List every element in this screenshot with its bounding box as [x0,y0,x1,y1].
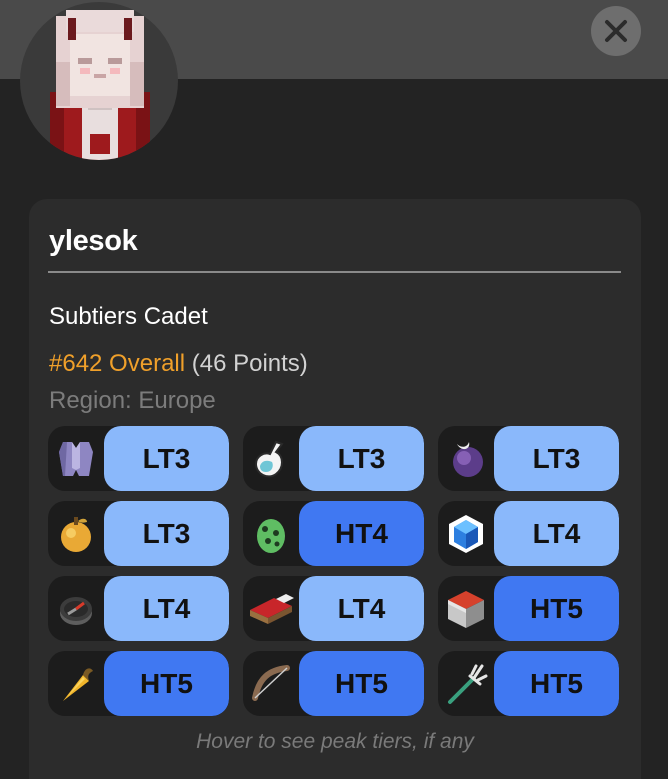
tier-badge: LT4 [104,576,229,641]
golden-fruit-icon [48,501,104,566]
tnt-block-icon [438,576,494,641]
tier-badge: LT4 [494,501,619,566]
player-skin-render [50,10,150,160]
compass-icon [48,576,104,641]
potion-icon [243,426,299,491]
tier-badge: LT3 [104,426,229,491]
tier-item[interactable]: LT3 [48,501,229,566]
tier-badge: HT5 [299,651,424,716]
username: ylesok [49,225,138,257]
bed-icon [243,576,299,641]
player-title: Subtiers Cadet [49,303,208,330]
tier-item[interactable]: HT5 [438,651,619,716]
overall-rank: #642 Overall [49,350,186,377]
divider [48,271,621,273]
tier-badge: HT4 [299,501,424,566]
spawn-egg-icon [243,501,299,566]
player-card: ylesok Subtiers Cadet #642 Overall (46 P… [29,199,641,779]
tier-item[interactable]: HT5 [48,651,229,716]
tier-badge: LT3 [299,426,424,491]
tier-item[interactable]: LT4 [243,576,424,641]
tier-badge: LT3 [494,426,619,491]
tier-item[interactable]: LT3 [243,426,424,491]
tier-badge: LT4 [299,576,424,641]
bow-icon [243,651,299,716]
armor-chestplate-icon [48,426,104,491]
purple-orb-icon [438,426,494,491]
tier-item[interactable]: HT5 [243,651,424,716]
rank-line: #642 Overall (46 Points) [49,350,308,378]
close-button[interactable] [591,6,641,56]
tier-item[interactable]: LT3 [438,426,619,491]
tier-item[interactable]: LT4 [438,501,619,566]
tier-item[interactable]: HT4 [243,501,424,566]
tier-badge: LT3 [104,501,229,566]
trident-icon [438,651,494,716]
golden-carrot-icon [48,651,104,716]
avatar [20,2,178,160]
points-count: (46 Points) [191,350,308,377]
tier-badge: HT5 [104,651,229,716]
blue-cube-icon [438,501,494,566]
hover-hint: Hover to see peak tiers, if any [196,730,474,753]
tier-item[interactable]: HT5 [438,576,619,641]
tier-item[interactable]: LT3 [48,426,229,491]
tier-badge: HT5 [494,576,619,641]
tier-badge: HT5 [494,651,619,716]
region: Region: Europe [49,387,216,414]
close-icon [605,20,627,42]
tier-item[interactable]: LT4 [48,576,229,641]
tier-grid: LT3 LT3 LT3 LT3 HT4 LT4 LT4 LT4 HT5 HT5 … [48,426,620,716]
